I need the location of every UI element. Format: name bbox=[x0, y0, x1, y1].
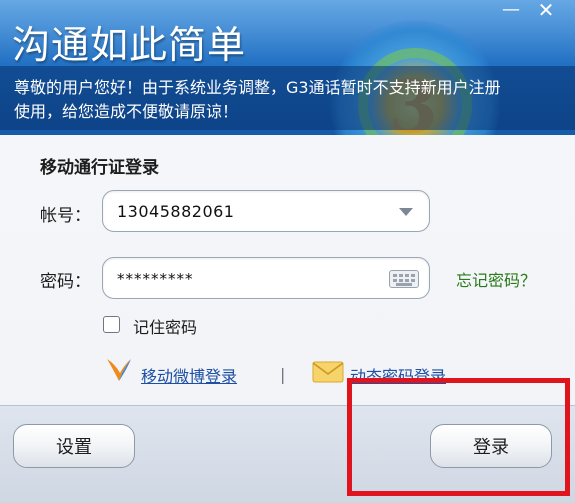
password-input[interactable]: ********* bbox=[117, 270, 194, 288]
dropdown-caret-icon[interactable] bbox=[399, 208, 413, 216]
password-field[interactable]: ********* bbox=[102, 257, 430, 299]
account-label: 帐号： bbox=[40, 206, 91, 226]
password-label: 密码： bbox=[40, 272, 91, 292]
login-panel: 移动通行证登录 帐号： 13045882061 密码： ********* 忘记… bbox=[0, 135, 575, 405]
notice-line-1: 尊敬的用户您好！由于系统业务调整，G3通话暂时不支持新用户注册 bbox=[14, 78, 501, 97]
footer-bar: 设置 登录 bbox=[0, 405, 575, 503]
account-combobox[interactable]: 13045882061 bbox=[102, 190, 430, 232]
remember-password-label[interactable]: 记住密码 bbox=[133, 314, 197, 338]
login-heading: 移动通行证登录 bbox=[40, 158, 159, 178]
mail-icon[interactable] bbox=[312, 361, 344, 383]
login-window: 3 沟通如此简单 — ✕ 尊敬的用户您好！由于系统业务调整，G3通话暂时不支持新… bbox=[0, 0, 575, 503]
account-input[interactable]: 13045882061 bbox=[117, 202, 234, 221]
header-banner: 3 沟通如此简单 — ✕ 尊敬的用户您好！由于系统业务调整，G3通话暂时不支持新… bbox=[0, 0, 575, 135]
forgot-password-link[interactable]: 忘记密码？ bbox=[456, 267, 536, 291]
keyboard-icon[interactable] bbox=[389, 270, 419, 288]
login-button[interactable]: 登录 bbox=[430, 424, 552, 468]
minimize-icon[interactable]: — bbox=[497, 0, 525, 22]
weibo-icon[interactable] bbox=[103, 355, 135, 385]
remember-password-checkbox[interactable] bbox=[103, 316, 120, 333]
settings-button[interactable]: 设置 bbox=[13, 424, 135, 468]
notice-line-2: 使用，给您造成不便敬请原谅！ bbox=[14, 102, 239, 121]
link-separator: | bbox=[280, 365, 286, 384]
weibo-login-link[interactable]: 移动微博登录 bbox=[141, 363, 237, 387]
app-title: 沟通如此简单 bbox=[12, 23, 247, 67]
dynamic-password-login-link[interactable]: 动态密码登录 bbox=[350, 363, 446, 387]
notice-banner: 尊敬的用户您好！由于系统业务调整，G3通话暂时不支持新用户注册 使用，给您造成不… bbox=[0, 66, 575, 130]
close-icon[interactable]: ✕ bbox=[532, 0, 560, 22]
